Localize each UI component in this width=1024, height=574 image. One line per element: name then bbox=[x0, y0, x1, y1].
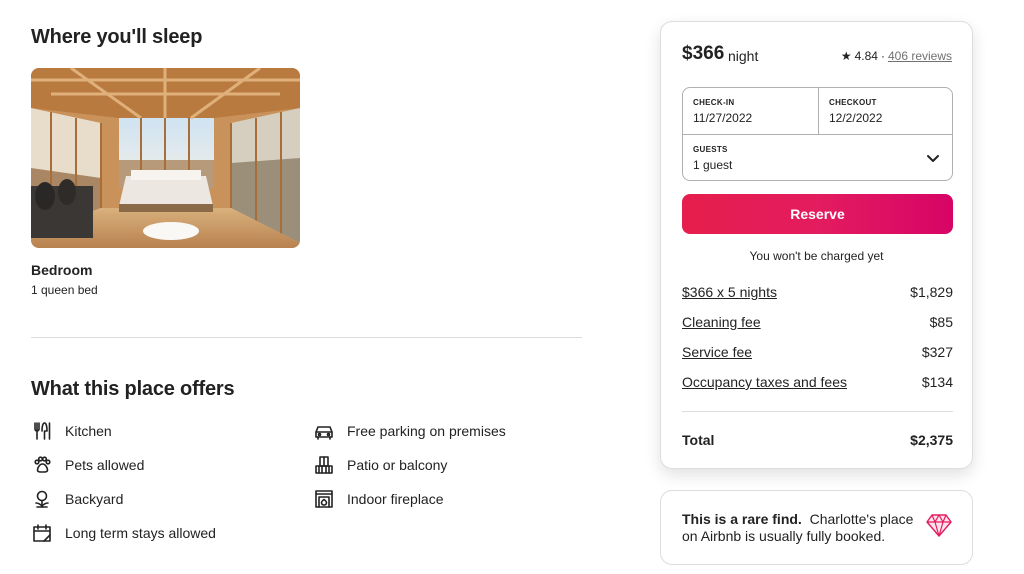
guests-field[interactable]: GUESTS 1 guest bbox=[683, 135, 952, 181]
checkin-value: 11/27/2022 bbox=[693, 111, 753, 125]
rating-summary: ★ 4.84 · 406 reviews bbox=[841, 49, 952, 63]
amenity-label: Free parking on premises bbox=[347, 423, 506, 439]
checkout-value: 12/2/2022 bbox=[829, 111, 883, 125]
room-name: Bedroom bbox=[31, 262, 93, 278]
amenity-long-term: Long term stays allowed bbox=[31, 521, 216, 545]
price-line-taxes: Occupancy taxes and fees $134 bbox=[682, 374, 953, 390]
rare-find-bold: This is a rare find. bbox=[682, 511, 802, 527]
balcony-icon bbox=[313, 454, 335, 476]
amenity-patio: Patio or balcony bbox=[313, 453, 447, 477]
bedroom-photo-image bbox=[31, 68, 300, 248]
total-divider bbox=[682, 411, 953, 412]
total-amount: $2,375 bbox=[910, 432, 953, 448]
nightly-price: $366 bbox=[682, 43, 725, 64]
checkin-field[interactable]: CHECK-IN 11/27/2022 bbox=[683, 88, 819, 135]
price-line-label[interactable]: $366 x 5 nights bbox=[682, 284, 777, 300]
total-row: Total $2,375 bbox=[682, 432, 953, 448]
date-guest-picker: CHECK-IN 11/27/2022 CHECKOUT 12/2/2022 G… bbox=[682, 87, 953, 181]
price-line-label[interactable]: Occupancy taxes and fees bbox=[682, 374, 847, 390]
no-charge-note: You won't be charged yet bbox=[749, 249, 884, 263]
amenity-label: Pets allowed bbox=[65, 457, 145, 473]
amenity-label: Kitchen bbox=[65, 423, 112, 439]
checkin-label: CHECK-IN bbox=[693, 98, 735, 107]
guests-label: GUESTS bbox=[693, 145, 728, 154]
price-line-amount: $85 bbox=[929, 314, 953, 330]
checkout-label: CHECKOUT bbox=[829, 98, 877, 107]
star-icon: ★ bbox=[840, 49, 852, 63]
room-beds: 1 queen bed bbox=[31, 283, 98, 297]
amenity-fireplace: Indoor fireplace bbox=[313, 487, 444, 511]
price-line-label[interactable]: Service fee bbox=[682, 344, 752, 360]
rare-find-text: This is a rare find. Charlotte's place o… bbox=[682, 511, 917, 545]
amenity-label: Long term stays allowed bbox=[65, 525, 216, 541]
section-divider bbox=[31, 337, 582, 338]
price-line-nights: $366 x 5 nights $1,829 bbox=[682, 284, 953, 300]
sleep-section-title: Where you'll sleep bbox=[31, 26, 203, 48]
fireplace-icon bbox=[313, 488, 335, 510]
tree-icon bbox=[31, 488, 53, 510]
guests-value: 1 guest bbox=[693, 158, 733, 172]
price-line-amount: $327 bbox=[921, 344, 953, 360]
reviews-link[interactable]: 406 reviews bbox=[888, 49, 952, 63]
kitchen-icon bbox=[31, 420, 53, 442]
car-icon bbox=[313, 420, 335, 442]
price-line-service: Service fee $327 bbox=[682, 344, 953, 360]
booking-card: $366 night ★ 4.84 · 406 reviews CHECK-IN… bbox=[660, 21, 973, 469]
price-line-amount: $134 bbox=[921, 374, 953, 390]
amenity-kitchen: Kitchen bbox=[31, 419, 112, 443]
reserve-button[interactable]: Reserve bbox=[682, 194, 953, 234]
rare-find-card: This is a rare find. Charlotte's place o… bbox=[660, 490, 973, 565]
amenity-label: Backyard bbox=[65, 491, 124, 507]
amenity-label: Indoor fireplace bbox=[347, 491, 444, 507]
checkout-field[interactable]: CHECKOUT 12/2/2022 bbox=[819, 88, 954, 135]
amenity-label: Patio or balcony bbox=[347, 457, 448, 473]
chevron-down-icon[interactable] bbox=[926, 151, 940, 165]
total-label: Total bbox=[682, 432, 715, 448]
amenity-backyard: Backyard bbox=[31, 487, 123, 511]
price-line-label[interactable]: Cleaning fee bbox=[682, 314, 761, 330]
calendar-icon bbox=[31, 522, 53, 544]
bedroom-photo[interactable] bbox=[31, 68, 300, 248]
price-line-cleaning: Cleaning fee $85 bbox=[682, 314, 953, 330]
paw-icon bbox=[31, 454, 53, 476]
amenity-pets: Pets allowed bbox=[31, 453, 144, 477]
rating-value: 4.84 bbox=[854, 49, 878, 63]
price-line-amount: $1,829 bbox=[910, 284, 953, 300]
diamond-icon bbox=[926, 514, 952, 537]
amenity-parking: Free parking on premises bbox=[313, 419, 506, 443]
offers-section-title: What this place offers bbox=[31, 378, 235, 400]
date-row: CHECK-IN 11/27/2022 CHECKOUT 12/2/2022 bbox=[683, 88, 952, 135]
price-unit: night bbox=[728, 48, 759, 64]
separator-dot: · bbox=[880, 49, 885, 63]
